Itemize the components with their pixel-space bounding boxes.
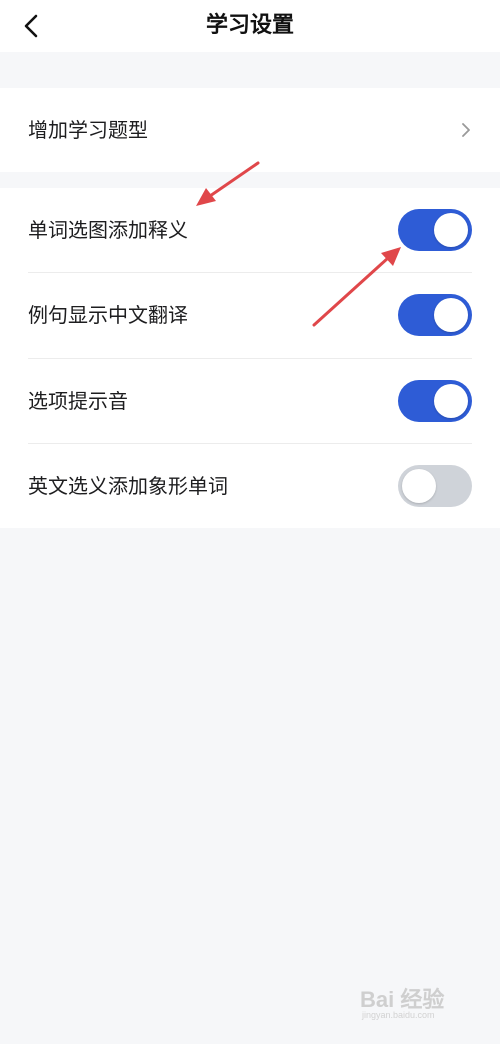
word-image-definition-label: 单词选图添加释义 bbox=[28, 218, 188, 242]
option-sound-label: 选项提示音 bbox=[28, 389, 128, 413]
option-sound-toggle[interactable] bbox=[398, 380, 472, 422]
app-header: 学习设置 bbox=[0, 0, 500, 52]
word-image-definition-toggle[interactable] bbox=[398, 209, 472, 251]
baidu-jingyan-watermark: Bai 经验 jingyan.baidu.com bbox=[360, 978, 476, 1026]
toggle-knob bbox=[402, 469, 436, 503]
pictographic-words-toggle[interactable] bbox=[398, 465, 472, 507]
page-title: 学习设置 bbox=[205, 13, 294, 38]
pictographic-words-label: 英文选义添加象形单词 bbox=[28, 474, 228, 498]
settings-group-question-types: 增加学习题型 bbox=[0, 88, 500, 172]
watermark-subtext: jingyan.baidu.com bbox=[362, 1010, 435, 1020]
sentence-translation-label: 例句显示中文翻译 bbox=[28, 303, 188, 327]
setting-row-option-sound: 选项提示音 bbox=[0, 359, 500, 443]
toggle-knob bbox=[434, 384, 468, 418]
add-question-types-label: 增加学习题型 bbox=[28, 118, 148, 142]
add-question-types-item[interactable]: 增加学习题型 bbox=[0, 88, 500, 172]
sentence-translation-toggle[interactable] bbox=[398, 294, 472, 336]
setting-row-sentence-translation: 例句显示中文翻译 bbox=[0, 273, 500, 357]
chevron-right-icon bbox=[462, 123, 470, 137]
setting-row-pictographic-words: 英文选义添加象形单词 bbox=[0, 444, 500, 528]
setting-row-word-image-definition: 单词选图添加释义 bbox=[0, 188, 500, 272]
toggle-knob bbox=[434, 213, 468, 247]
settings-group-toggles: 单词选图添加释义 例句显示中文翻译 选项提示音 英文选义添加象形单词 bbox=[0, 188, 500, 528]
toggle-knob bbox=[434, 298, 468, 332]
